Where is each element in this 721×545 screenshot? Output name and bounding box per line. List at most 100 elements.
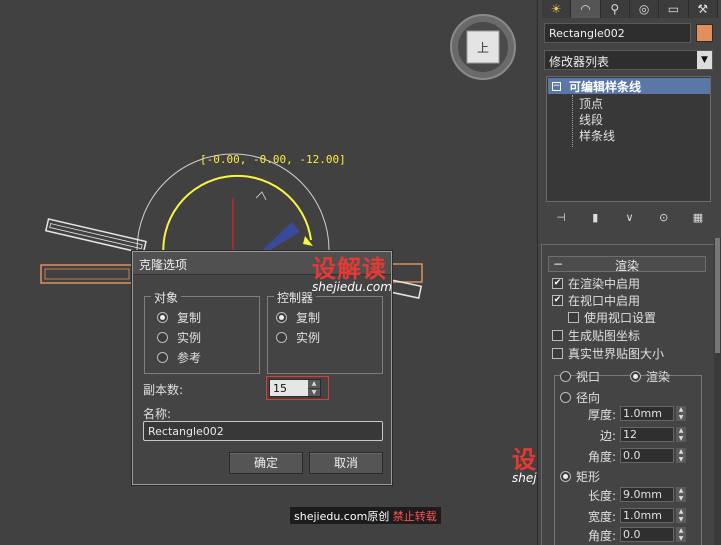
transform-coordinate-readout: [-0.00, -0.00, -12.00] <box>200 153 346 166</box>
object-copy-radio[interactable]: 复制 <box>157 309 201 325</box>
checkbox-icon[interactable] <box>568 311 579 323</box>
width-spinner[interactable]: 1.0mm ▲ ▼ <box>620 508 686 524</box>
angle2-spinner[interactable]: 0.0 ▲ ▼ <box>620 527 686 543</box>
angle2-label: 角度: <box>587 529 616 543</box>
copies-spinner[interactable]: ▲ ▼ <box>269 379 321 398</box>
checkbox-checked-icon[interactable]: ✔ <box>552 277 563 289</box>
spinner-arrows-icon[interactable]: ▲ ▼ <box>676 487 686 502</box>
angle2-value[interactable]: 0.0 <box>620 527 674 542</box>
checkbox-icon[interactable] <box>552 329 563 341</box>
render-radio[interactable]: 渲染 <box>630 368 670 384</box>
collapse-icon[interactable]: − <box>552 81 561 91</box>
angle-value[interactable]: 0.0 <box>620 448 674 463</box>
thickness-label: 厚度: <box>587 408 616 422</box>
copies-spinner-buttons[interactable]: ▲ ▼ <box>308 380 320 398</box>
pin-stack-icon[interactable]: ⊣ <box>552 210 570 226</box>
radio-indicator[interactable] <box>157 311 168 323</box>
modify-tab-icon[interactable]: ◠ <box>571 0 601 18</box>
radio-label: 复制 <box>296 310 321 325</box>
enable-in-viewport-checkbox[interactable]: ✔ 在视口中启用 <box>552 292 640 308</box>
radio-indicator[interactable] <box>560 370 571 382</box>
watermark-url: shejiedu.com <box>312 280 392 294</box>
angle-spinner[interactable]: 0.0 ▲ ▼ <box>620 448 686 464</box>
thickness-value[interactable]: 1.0mm <box>620 406 674 421</box>
spinner-down-icon[interactable]: ▼ <box>308 389 320 398</box>
radio-label: 实例 <box>177 330 202 345</box>
width-value[interactable]: 1.0mm <box>620 508 674 523</box>
checkbox-icon[interactable] <box>552 347 563 359</box>
stack-subitem-segment[interactable]: 线段 <box>579 111 603 128</box>
copyright-warning: 禁止转载 <box>392 510 437 523</box>
enable-in-renderer-checkbox[interactable]: ✔ 在渲染中启用 <box>552 275 640 291</box>
modifier-list-label: 修改器列表 <box>549 55 610 69</box>
viewport-radio[interactable]: 视口 <box>560 368 600 384</box>
object-name-field[interactable]: Rectangle002 <box>544 23 691 43</box>
cancel-button[interactable]: 取消 <box>309 452 383 474</box>
length-value[interactable]: 9.0mm <box>620 487 674 502</box>
viewcube-top-label: 上 <box>477 41 489 55</box>
radio-indicator[interactable] <box>157 351 168 363</box>
radio-indicator[interactable] <box>560 391 571 403</box>
create-tab-icon[interactable]: ☀ <box>542 0 572 18</box>
stack-item-editable-spline[interactable]: − 可编辑样条线 <box>548 78 710 94</box>
hierarchy-tab-icon[interactable]: ⚲ <box>601 0 630 18</box>
rotate-gizmo-yellow-arc[interactable] <box>162 174 312 261</box>
configure-sets-icon[interactable]: ▦ <box>689 210 707 226</box>
remove-modifier-icon[interactable]: ⊙ <box>655 210 673 226</box>
controller-copy-radio[interactable]: 复制 <box>276 309 320 325</box>
stack-subitem-vertex[interactable]: 顶点 <box>579 95 603 112</box>
show-end-result-icon[interactable]: ▮ <box>586 210 604 226</box>
motion-tab-icon[interactable]: ◎ <box>630 0 660 18</box>
stack-subitem-spline[interactable]: 样条线 <box>579 127 615 144</box>
spinner-arrows-icon[interactable]: ▲ ▼ <box>676 406 686 421</box>
utilities-tab-icon[interactable]: ⚒ <box>689 0 718 18</box>
controller-group-legend: 控制器 <box>274 289 317 306</box>
object-instance-radio[interactable]: 实例 <box>157 329 201 345</box>
gizmo-tick-mark <box>255 191 267 201</box>
name-label: 名称: <box>143 407 172 421</box>
radial-radio[interactable]: 径向 <box>560 389 600 405</box>
radio-indicator[interactable] <box>276 311 287 323</box>
display-tab-icon[interactable]: ▭ <box>659 0 689 18</box>
modifier-stack[interactable]: − 可编辑样条线 顶点 线段 样条线 <box>546 76 711 202</box>
command-panel-scrollbar[interactable] <box>714 238 721 545</box>
checkbox-label: 使用视口设置 <box>584 310 657 325</box>
chevron-down-icon[interactable]: ▼ <box>697 51 712 69</box>
object-reference-radio[interactable]: 参考 <box>157 349 201 365</box>
spinner-arrows-icon[interactable]: ▲ ▼ <box>676 508 686 523</box>
radio-label: 径向 <box>576 390 601 405</box>
radio-label: 参考 <box>177 350 202 365</box>
checkbox-label: 真实世界贴图大小 <box>568 346 665 361</box>
radio-indicator[interactable] <box>630 370 641 382</box>
rendering-rollout-header[interactable]: − 渲染 <box>548 256 706 273</box>
use-viewport-settings-checkbox[interactable]: 使用视口设置 <box>568 309 656 325</box>
sides-label: 边: <box>599 429 616 443</box>
length-spinner[interactable]: 9.0mm ▲ ▼ <box>620 487 686 503</box>
copies-input[interactable] <box>270 380 308 396</box>
scrollbar-thumb[interactable] <box>715 238 720 353</box>
radio-label: 视口 <box>576 369 601 384</box>
modifier-list-dropdown[interactable]: 修改器列表 ▼ <box>544 50 713 70</box>
make-unique-icon[interactable]: ∨ <box>621 210 639 226</box>
ok-button[interactable]: 确定 <box>229 452 303 474</box>
object-group: 对象 复制 实例 参考 <box>144 289 260 374</box>
checkbox-checked-icon[interactable]: ✔ <box>552 294 563 306</box>
spinner-arrows-icon[interactable]: ▲ ▼ <box>676 427 686 442</box>
generate-mapping-coords-checkbox[interactable]: 生成贴图坐标 <box>552 327 640 343</box>
real-world-map-size-checkbox[interactable]: 真实世界贴图大小 <box>552 345 664 361</box>
spinner-arrows-icon[interactable]: ▲ ▼ <box>676 527 686 542</box>
rectangular-radio[interactable]: 矩形 <box>560 468 600 484</box>
spinner-arrows-icon[interactable]: ▲ ▼ <box>676 448 686 463</box>
sides-spinner[interactable]: 12 ▲ ▼ <box>620 427 686 443</box>
spline-rectangle-left-1[interactable] <box>44 218 147 255</box>
thickness-spinner[interactable]: 1.0mm ▲ ▼ <box>620 406 686 422</box>
copies-label: 副本数: <box>143 383 184 397</box>
controller-instance-radio[interactable]: 实例 <box>276 329 320 345</box>
radio-indicator[interactable] <box>157 331 168 343</box>
spinner-up-icon[interactable]: ▲ <box>308 380 320 389</box>
object-color-swatch[interactable] <box>696 24 713 42</box>
sides-value[interactable]: 12 <box>620 427 674 442</box>
name-input[interactable] <box>143 421 383 441</box>
radio-indicator[interactable] <box>276 331 287 343</box>
radio-indicator[interactable] <box>560 470 571 482</box>
